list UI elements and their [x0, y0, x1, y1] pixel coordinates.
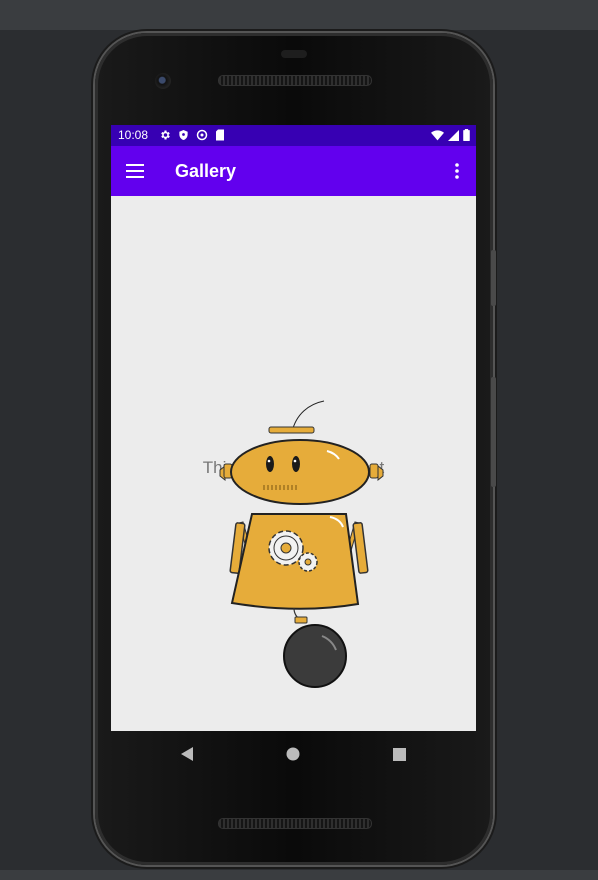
battery-icon: [463, 129, 470, 141]
power-button[interactable]: [491, 250, 496, 306]
signal-icon: [448, 129, 459, 141]
emulator-bottom-toolbar: [0, 870, 598, 880]
volume-button[interactable]: [491, 377, 496, 487]
hamburger-menu-icon: [126, 164, 144, 178]
navigation-drawer-button[interactable]: [121, 159, 149, 183]
nav-back-button[interactable]: [176, 743, 198, 765]
emulator-top-toolbar: [0, 0, 598, 30]
status-time: 10:08: [118, 128, 149, 142]
bottom-speaker: [218, 818, 372, 829]
gear-icon: [161, 130, 170, 140]
earpiece-speaker: [218, 75, 372, 86]
app-bar: Gallery: [111, 146, 476, 196]
status-bar: 10:08: [111, 125, 476, 146]
nav-recents-button[interactable]: [388, 743, 410, 765]
back-icon: [181, 747, 193, 761]
robot-illustration: [219, 400, 384, 688]
system-navigation-bar: [111, 731, 476, 776]
page-title: Gallery: [175, 161, 237, 181]
sd-card-icon: [216, 129, 224, 141]
nav-home-button[interactable]: [282, 743, 304, 765]
front-camera-icon: [155, 73, 171, 89]
gear-icon: [268, 530, 304, 566]
shield-icon: [179, 129, 188, 141]
home-icon: [286, 747, 300, 761]
recents-icon: [392, 747, 406, 761]
small-gear-icon: [298, 552, 318, 572]
sync-icon: [196, 129, 208, 141]
device-screen: 10:08 Gallery This is gallery Fragment: [111, 125, 476, 731]
wifi-icon: [431, 129, 444, 140]
fragment-content: This is gallery Fragment: [111, 196, 476, 731]
more-vert-icon: [455, 163, 459, 179]
proximity-sensor: [281, 50, 307, 58]
status-notification-icons: [159, 129, 225, 141]
status-system-icons: [431, 129, 470, 141]
overflow-menu-button[interactable]: [446, 159, 468, 183]
